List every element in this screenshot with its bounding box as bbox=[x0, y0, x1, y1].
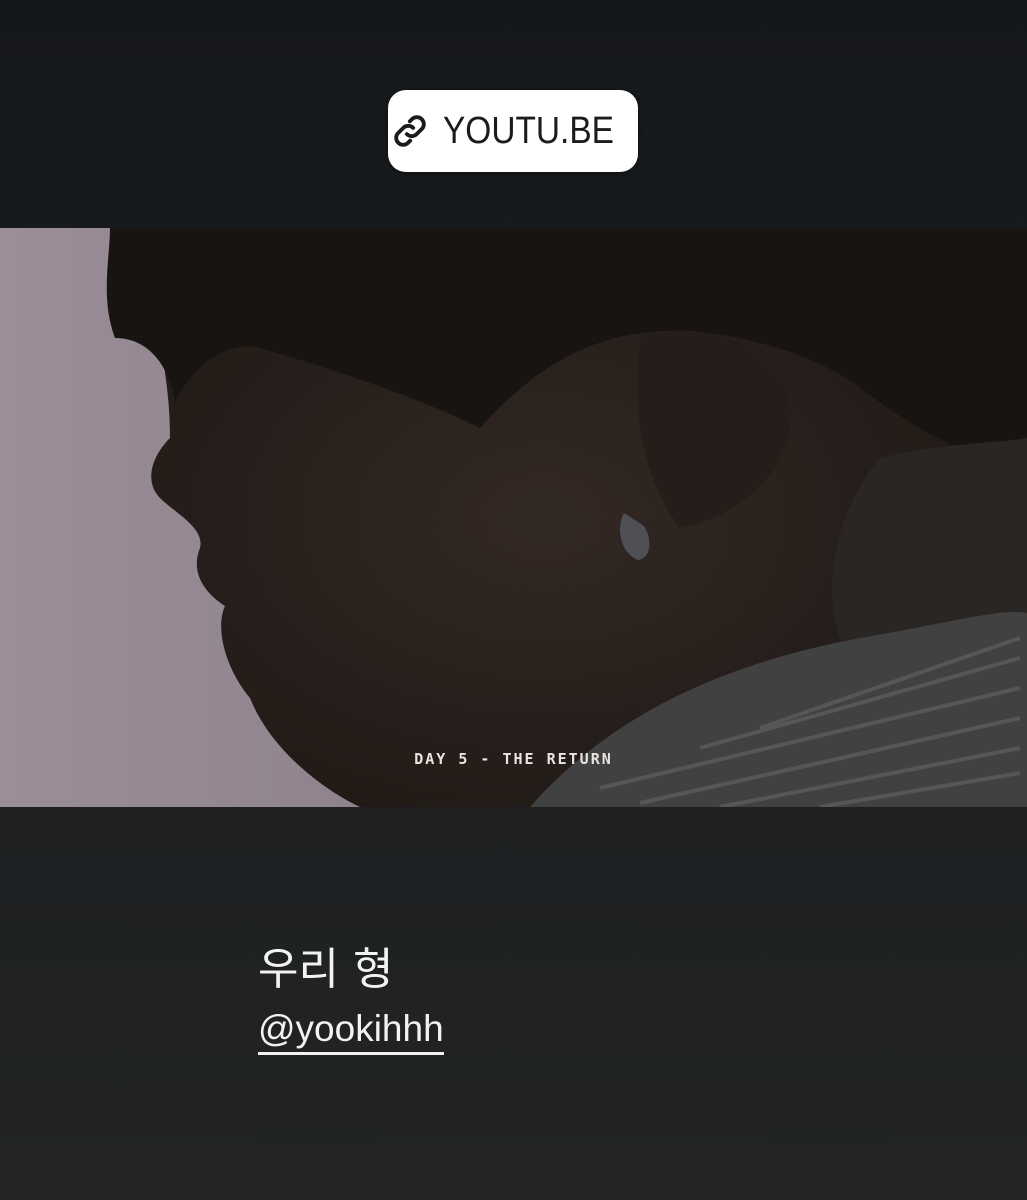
story-text-line: 우리 형 bbox=[258, 944, 394, 995]
story-canvas: YOUTU.BE DAY 5 - THE RETURN 우리 형 @yookih… bbox=[0, 0, 1027, 1200]
video-caption: DAY 5 - THE RETURN bbox=[414, 750, 613, 768]
profile-image bbox=[0, 228, 1027, 807]
link-sticker-button[interactable]: YOUTU.BE bbox=[388, 90, 638, 172]
story-text-block: 우리 형 @yookihhh bbox=[258, 940, 444, 1055]
link-sticker-label: YOUTU.BE bbox=[442, 109, 614, 152]
video-thumbnail[interactable]: DAY 5 - THE RETURN bbox=[0, 228, 1027, 807]
user-mention-link[interactable]: @yookihhh bbox=[258, 1008, 444, 1055]
link-icon bbox=[394, 115, 426, 147]
